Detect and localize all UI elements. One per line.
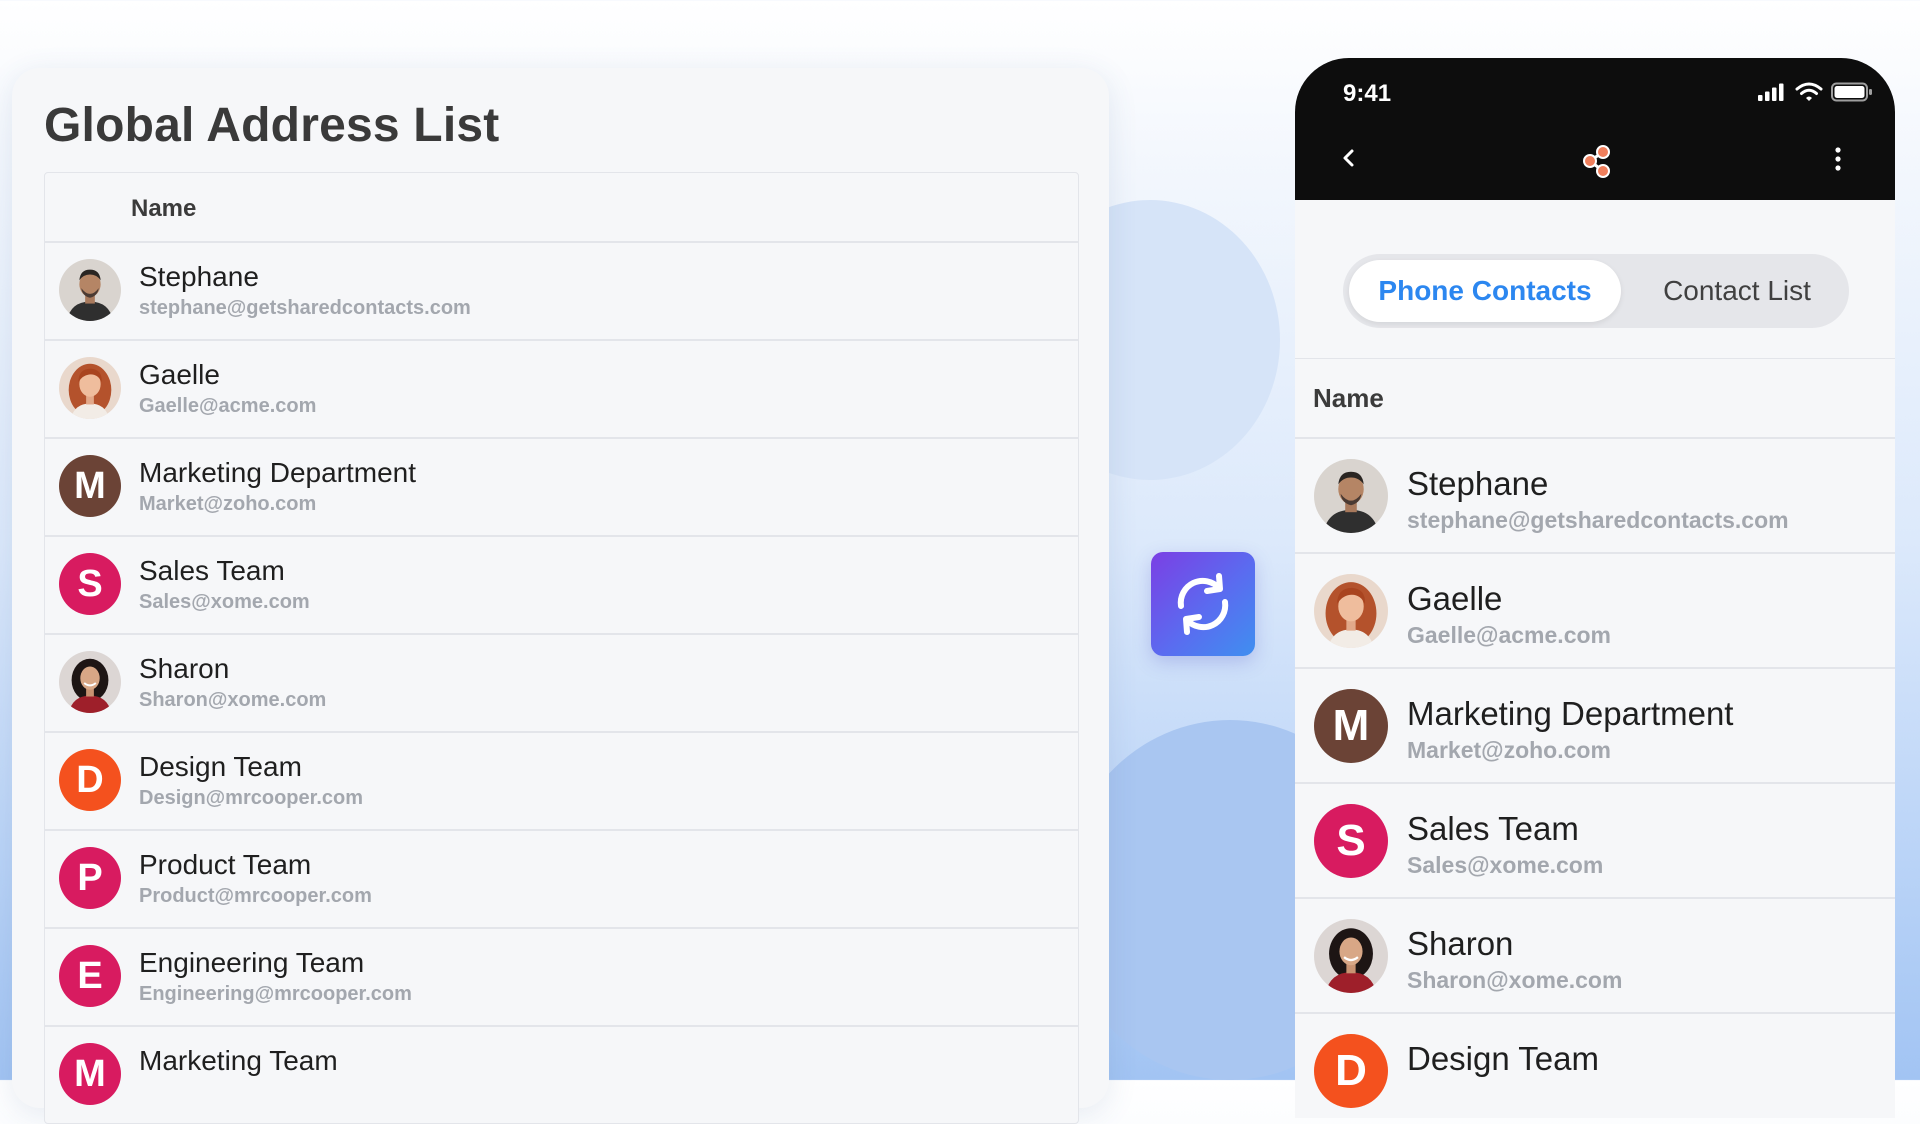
contact-name: Product Team [139,849,312,880]
phone-rows: Stephane stephane@getsharedcontacts.com Ga… [1295,439,1895,1118]
phone-contacts-list: Name Stephane stephane@getsharedcontacts.… [1295,358,1895,1118]
gal-column-header[interactable]: Name [45,173,1078,243]
contact-row[interactable]: M Marketing Department Market@zoho.com [45,439,1078,537]
avatar-image [59,357,121,419]
tab-contact-list[interactable]: Contact List [1627,260,1847,322]
avatar-letter: D [59,749,121,811]
avatar-letter: M [59,1043,121,1105]
avatar-photo [59,357,121,419]
avatar-letter: S [59,553,121,615]
contact-row[interactable]: M Marketing Team [45,1027,1078,1123]
more-vertical-icon [1835,147,1841,171]
tab-phone-contacts[interactable]: Phone Contacts [1349,260,1621,322]
contact-name: Marketing Department [139,457,417,488]
contact-row[interactable]: P Product Team Product@mrcooper.com [45,831,1078,929]
contact-name: Gaelle [1407,580,1503,617]
contact-name: Marketing Department [1407,695,1734,732]
contact-name: Sharon [1407,925,1514,962]
phone-mockup: 9:41 Phone Contacts Contact List Name St… [1295,58,1895,1118]
avatar-photo [1314,574,1388,648]
contact-email: Design@mrcooper.com [139,787,364,809]
contact-row[interactable]: Sharon Sharon@xome.com [45,635,1078,733]
contact-name: Marketing Team [139,1045,338,1076]
status-time: 9:41 [1343,80,1392,107]
phone-header: 9:41 [1295,58,1895,200]
contact-row[interactable]: Stephane stephane@getsharedcontacts.com [1295,439,1895,554]
contact-row[interactable]: Gaelle Gaelle@acme.com [45,341,1078,439]
avatar-letter: M [59,455,121,517]
contact-email: Sales@xome.com [1407,852,1604,878]
contact-row[interactable]: M Marketing Department Market@zoho.com [1295,669,1895,784]
contact-row[interactable]: S Sales Team Sales@xome.com [1295,784,1895,899]
sync-icon [1177,573,1229,635]
page-title: Global Address List [44,99,500,152]
contact-name: Design Team [139,751,302,782]
contact-email: Sharon@xome.com [139,689,327,711]
contact-email: Sharon@xome.com [1407,967,1623,993]
avatar-photo [1314,919,1388,993]
phone-column-header[interactable]: Name [1295,359,1895,439]
signal-icon [1758,83,1784,101]
contact-email: Gaelle@acme.com [139,395,317,417]
avatar-letter: S [1314,804,1388,878]
chevron-left-icon [1343,149,1354,167]
back-button[interactable] [1339,146,1359,175]
contact-email: stephane@getsharedcontacts.com [139,297,471,319]
contact-row[interactable]: Gaelle Gaelle@acme.com [1295,554,1895,669]
contact-row[interactable]: D Design Team [1295,1014,1895,1118]
contact-row[interactable]: E Engineering Team Engineering@mrcooper.co… [45,929,1078,1027]
avatar-image [59,259,121,321]
contact-email: Market@zoho.com [139,493,317,515]
battery-icon [1831,82,1872,102]
wifi-icon [1795,82,1823,101]
contact-name: Sales Team [139,555,285,586]
avatar-photo [59,259,121,321]
more-options-button[interactable] [1833,146,1843,177]
avatar-letter: P [59,847,121,909]
app-logo [1581,144,1613,185]
contact-name: Gaelle [139,359,220,390]
contact-email: Product@mrcooper.com [139,885,372,907]
gal-table: Name Stephane stephane@getsharedcontacts.… [44,172,1079,1124]
avatar-photo [1314,459,1388,533]
contact-row[interactable]: S Sales Team Sales@xome.com [45,537,1078,635]
contact-name: Design Team [1407,1040,1599,1077]
contact-row[interactable]: Stephane stephane@getsharedcontacts.com [45,243,1078,341]
contact-email: stephane@getsharedcontacts.com [1407,507,1789,533]
contact-name: Stephane [1407,465,1549,502]
contacts-segmented-control: Phone Contacts Contact List [1343,254,1849,328]
contact-row[interactable]: Sharon Sharon@xome.com [1295,899,1895,1014]
sync-button[interactable] [1151,552,1255,656]
contact-name: Sales Team [1407,810,1579,847]
global-address-list-panel: Global Address List Name Stephane stephan… [12,68,1109,1124]
contact-name: Stephane [139,261,259,292]
contact-email: Gaelle@acme.com [1407,622,1611,648]
gal-rows: Stephane stephane@getsharedcontacts.com Ga… [45,243,1078,1123]
contact-name: Engineering Team [139,947,365,978]
avatar-image [1314,574,1388,648]
phone-column-header-name: Name [1313,383,1384,413]
contact-name: Sharon [139,653,230,684]
status-icons [1757,82,1873,102]
contact-email: Market@zoho.com [1407,737,1611,763]
avatar-image [59,651,121,713]
avatar-letter: D [1314,1034,1388,1108]
avatar-letter: E [59,945,121,1007]
contact-email: Sales@xome.com [139,591,310,613]
avatar-image [1314,459,1388,533]
contact-row[interactable]: D Design Team Design@mrcooper.com [45,733,1078,831]
avatar-image [1314,919,1388,993]
avatar-photo [59,651,121,713]
contact-email: Engineering@mrcooper.com [139,983,412,1005]
avatar-letter: M [1314,689,1388,763]
gal-column-header-name: Name [131,195,197,222]
shared-contacts-logo-icon [1583,145,1610,178]
